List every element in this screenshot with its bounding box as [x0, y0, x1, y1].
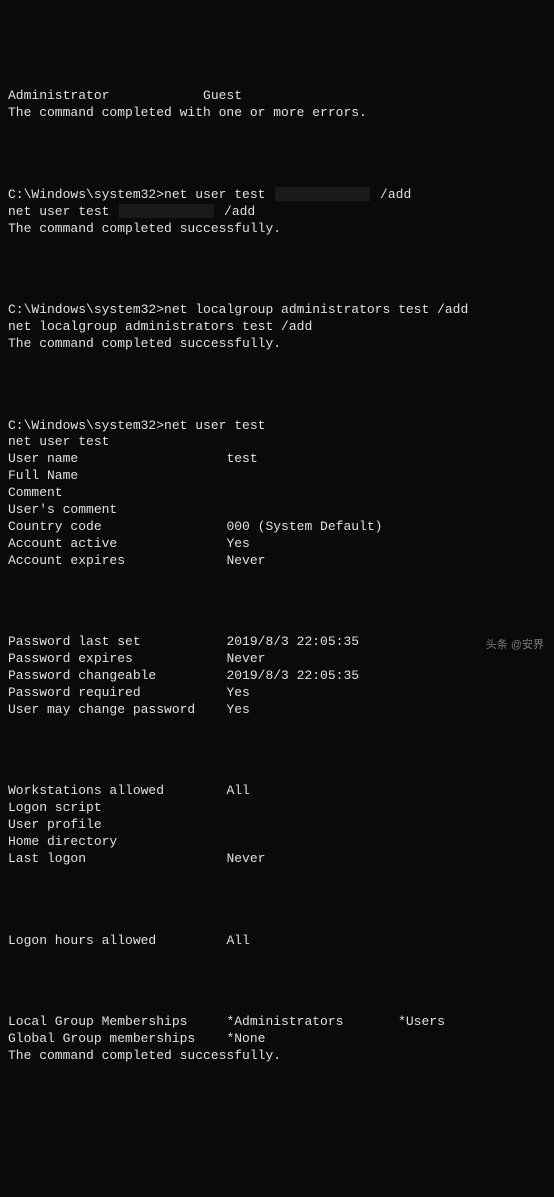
k-acct-expires: Account expires — [8, 553, 226, 568]
prompt-line-1: C:\Windows\system32>net user test /add — [8, 187, 411, 202]
k-pw-expires: Password expires — [8, 651, 226, 666]
obscured-password-1 — [275, 187, 370, 201]
echo-3: net user test — [8, 434, 109, 449]
echo-line-1: net user test /add — [8, 204, 255, 219]
k-user-profile: User profile — [8, 817, 226, 832]
k-pw-required: Password required — [8, 685, 226, 700]
prompt-1: C:\Windows\system32> — [8, 187, 164, 202]
kv-last-logon: Last logon Never — [8, 851, 265, 866]
kv-acct-expires: Account expires Never — [8, 553, 265, 568]
kv-pw-last-set: Password last set 2019/8/3 22:05:35 — [8, 634, 359, 649]
k-user-change-pw: User may change password — [8, 702, 226, 717]
prompt-line-2: C:\Windows\system32>net localgroup admin… — [8, 302, 468, 317]
k-pw-changeable: Password changeable — [8, 668, 226, 683]
kv-full-name: Full Name — [8, 468, 226, 483]
kv-user-name: User name test — [8, 451, 258, 466]
prompt-line-3: C:\Windows\system32>net user test — [8, 418, 265, 433]
block-net-user-info: C:\Windows\system32>net user test net us… — [8, 401, 546, 570]
v-pw-changeable: 2019/8/3 22:05:35 — [226, 668, 359, 683]
kv-pw-expires: Password expires Never — [8, 651, 265, 666]
v-user-change-pw: Yes — [226, 702, 249, 717]
kv-user-comment: User's comment — [8, 502, 226, 517]
cmd-1-pre: net user test — [164, 187, 273, 202]
kv-acct-active: Account active Yes — [8, 536, 250, 551]
v-country-code: 000 (System Default) — [226, 519, 382, 534]
kv-country-code: Country code 000 (System Default) — [8, 519, 382, 534]
done-2: The command completed successfully. — [8, 336, 281, 351]
block-logon-hours: Logon hours allowed All — [8, 916, 546, 950]
k-global-groups: Global Group memberships — [8, 1031, 226, 1046]
k-country-code: Country code — [8, 519, 226, 534]
v-acct-expires: Never — [226, 553, 265, 568]
v-pw-required: Yes — [226, 685, 249, 700]
kv-pw-changeable: Password changeable 2019/8/3 22:05:35 — [8, 668, 359, 683]
v-local-groups-2: *Users — [398, 1014, 445, 1029]
kv-pw-required: Password required Yes — [8, 685, 250, 700]
kv-workstations: Workstations allowed All — [8, 783, 250, 798]
prompt-3: C:\Windows\system32> — [8, 418, 164, 433]
k-pw-last-set: Password last set — [8, 634, 226, 649]
accounts-line: Administrator Guest — [8, 88, 242, 103]
k-logon-script: Logon script — [8, 800, 226, 815]
done-3: The command completed successfully. — [8, 1048, 281, 1063]
k-full-name: Full Name — [8, 468, 226, 483]
kv-home-dir: Home directory — [8, 834, 226, 849]
v-logon-hours: All — [226, 933, 249, 948]
kv-user-change-pw: User may change password Yes — [8, 702, 250, 717]
v-pw-last-set: 2019/8/3 22:05:35 — [226, 634, 359, 649]
k-home-dir: Home directory — [8, 834, 226, 849]
v-acct-active: Yes — [226, 536, 249, 551]
k-last-logon: Last logon — [8, 851, 226, 866]
block-password: Password last set 2019/8/3 22:05:35 Pass… — [8, 617, 546, 718]
v-user-name: test — [226, 451, 257, 466]
block-workstation: Workstations allowed All Logon script Us… — [8, 767, 546, 868]
kv-logon-hours: Logon hours allowed All — [8, 933, 250, 948]
block-localgroup: C:\Windows\system32>net localgroup admin… — [8, 285, 546, 353]
watermark: 头条 @安界 — [486, 638, 544, 652]
obscured-password-2 — [119, 204, 214, 218]
done-1: The command completed successfully. — [8, 221, 281, 236]
error-line: The command completed with one or more e… — [8, 105, 367, 120]
kv-local-groups: Local Group Memberships *Administrators … — [8, 1014, 445, 1029]
block-groups: Local Group Memberships *Administrators … — [8, 997, 546, 1065]
v-local-groups-1: *Administrators — [226, 1014, 398, 1029]
k-workstations: Workstations allowed — [8, 783, 226, 798]
block-net-user-add: C:\Windows\system32>net user test /add n… — [8, 170, 546, 238]
k-logon-hours: Logon hours allowed — [8, 933, 226, 948]
v-global-groups: *None — [226, 1031, 265, 1046]
kv-global-groups: Global Group memberships *None — [8, 1031, 265, 1046]
kv-user-profile: User profile — [8, 817, 226, 832]
cmd-2: net localgroup administrators test /add — [164, 302, 468, 317]
k-user-name: User name — [8, 451, 226, 466]
v-pw-expires: Never — [226, 651, 265, 666]
echo-2: net localgroup administrators test /add — [8, 319, 312, 334]
echo-1-post: /add — [216, 204, 255, 219]
block-accounts: Administrator Guest The command complete… — [8, 72, 546, 123]
k-comment: Comment — [8, 485, 226, 500]
cmd-3: net user test — [164, 418, 265, 433]
k-local-groups: Local Group Memberships — [8, 1014, 226, 1029]
prompt-2: C:\Windows\system32> — [8, 302, 164, 317]
echo-1-pre: net user test — [8, 204, 117, 219]
cmd-1-post: /add — [372, 187, 411, 202]
kv-logon-script: Logon script — [8, 800, 226, 815]
v-workstations: All — [226, 783, 249, 798]
k-acct-active: Account active — [8, 536, 226, 551]
k-user-comment: User's comment — [8, 502, 226, 517]
v-last-logon: Never — [226, 851, 265, 866]
kv-comment: Comment — [8, 485, 226, 500]
